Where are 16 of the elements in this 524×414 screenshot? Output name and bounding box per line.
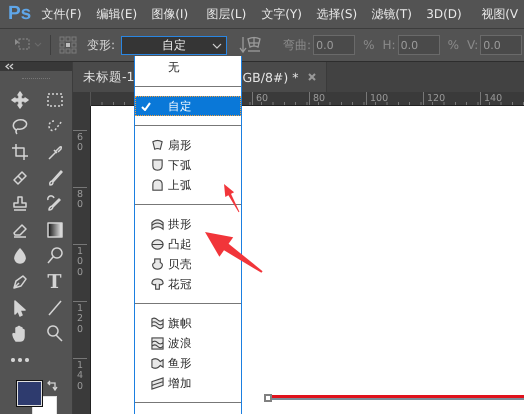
ruler-label: 60 [73,130,86,154]
ruler-label: 80 [73,187,86,211]
ruler-label: 140 [480,92,502,105]
ruler-label: 100 [73,244,86,278]
ruler-label: 60 [252,92,268,105]
ruler-label: 80 [309,92,326,105]
app-logo: Ps [7,3,32,25]
tab-title: GB/8#) * [242,70,298,84]
unit-label: % [363,38,374,52]
unit-label: % [448,38,459,52]
warp-label: 变形: [87,36,116,54]
ruler-label: 140 [73,358,86,392]
tab-title: 未标题-1 [83,68,134,86]
ruler-label: 120 [423,92,446,105]
ruler-label: 100 [366,92,388,105]
ruler-label: 120 [73,301,86,336]
